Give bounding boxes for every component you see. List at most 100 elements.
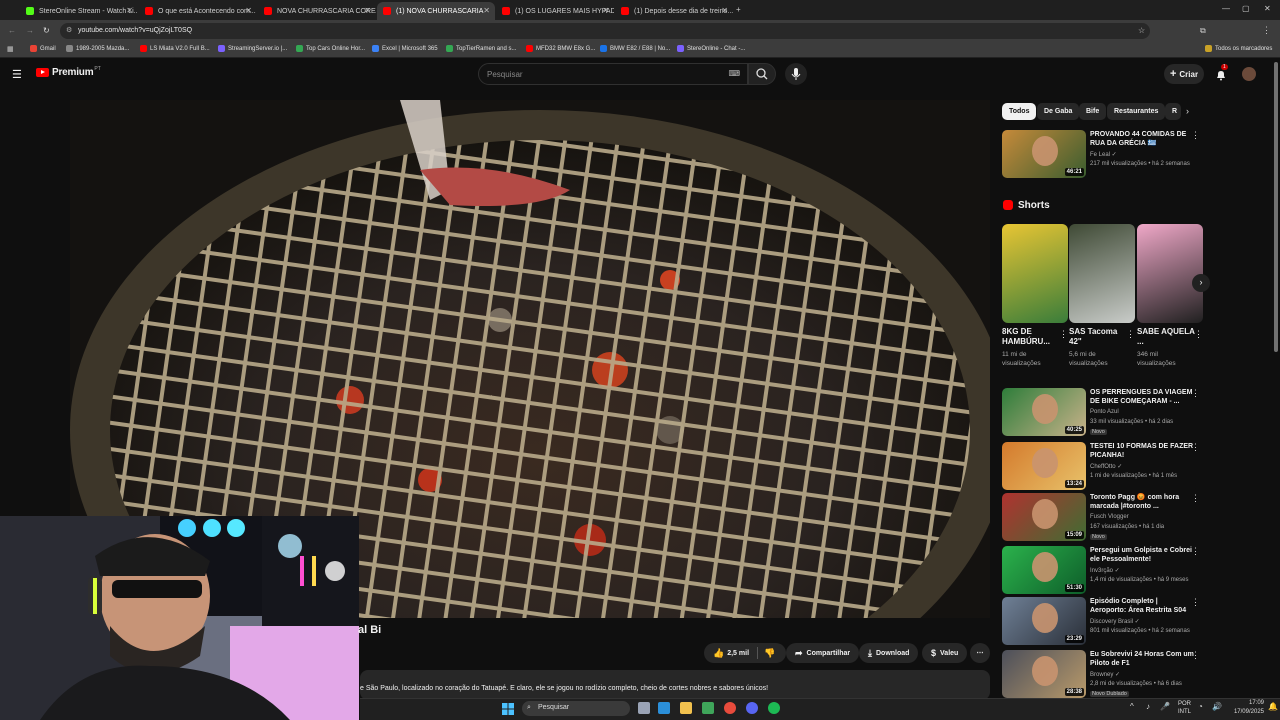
tab-close-icon[interactable]: ✕ bbox=[721, 6, 728, 15]
tab-close-icon[interactable]: ✕ bbox=[602, 6, 609, 15]
file-explorer-icon[interactable] bbox=[680, 702, 692, 714]
bookmark-item[interactable]: Top Cars Online Hor... bbox=[296, 45, 365, 52]
recommended-video[interactable]: 51:30 Persegui um Golpista e Cobrei ele P… bbox=[1002, 546, 1202, 594]
reload-icon[interactable]: ↻ bbox=[43, 26, 50, 35]
video-title[interactable]: Persegui um Golpista e Cobrei ele Pessoa… bbox=[1090, 546, 1194, 564]
site-info-icon[interactable]: ⚙ bbox=[66, 26, 72, 34]
keyboard-layout[interactable]: INTL bbox=[1178, 709, 1191, 715]
wifi-icon[interactable]: ◔ bbox=[1198, 702, 1203, 711]
extensions-icon[interactable]: ⧉ bbox=[1200, 26, 1206, 36]
filter-chip[interactable]: De Gaba bbox=[1037, 103, 1080, 120]
channel-name[interactable]: CheffOtto ✓ bbox=[1090, 463, 1122, 470]
search-input[interactable]: Pesquisar ⌨ bbox=[478, 63, 748, 85]
browser-tab[interactable]: (1) Depois desse dia de treino... ✕ bbox=[615, 2, 733, 20]
video-title[interactable]: PROVANDO 44 COMIDAS DE RUA DA GRÉCIA 🇬🇷 … bbox=[1090, 130, 1194, 148]
video-thumbnail[interactable]: 51:30 bbox=[1002, 546, 1086, 594]
more-options-icon[interactable]: ⋮ bbox=[1191, 442, 1200, 453]
tray-app-icon[interactable]: ♪ bbox=[1146, 702, 1150, 711]
new-tab-button[interactable]: + bbox=[736, 5, 741, 14]
short-more-icon[interactable]: ⋮ bbox=[1126, 329, 1135, 340]
description-box[interactable]: e São Paulo, localizado no coração do Ta… bbox=[360, 670, 990, 700]
volume-icon[interactable]: 🔊 bbox=[1212, 702, 1222, 711]
short-more-icon[interactable]: ⋮ bbox=[1059, 329, 1068, 340]
valeu-button[interactable]: $ Valeu bbox=[922, 643, 968, 663]
hamburger-menu-icon[interactable]: ☰ bbox=[12, 68, 22, 81]
bookmark-item[interactable]: BMW E82 / E88 | No... bbox=[600, 45, 670, 52]
browser-tab[interactable]: (1) OS LUGARES MAIS HYPADO...✕ bbox=[496, 2, 614, 20]
clock-date[interactable]: 17/09/2025 bbox=[1226, 709, 1264, 715]
tab-close-icon[interactable]: ✕ bbox=[364, 6, 371, 15]
short-thumbnail[interactable] bbox=[1002, 224, 1068, 323]
like-count[interactable]: 2,5 mil bbox=[727, 650, 749, 657]
shorts-next-button[interactable]: › bbox=[1192, 274, 1210, 292]
recommended-video[interactable]: 28:38 Eu Sobrevivi 24 Horas Com um Piloto… bbox=[1002, 650, 1202, 698]
share-button[interactable]: ➦ Compartilhar bbox=[786, 643, 860, 663]
video-title[interactable]: Episódio Completo | Aeroporto: Área Rest… bbox=[1090, 597, 1194, 615]
video-title[interactable]: Toronto Pagg 😡 com hora marcada |#toront… bbox=[1090, 493, 1194, 511]
video-thumbnail[interactable]: 13:24 bbox=[1002, 442, 1086, 490]
short-title[interactable]: 8KG DE HAMBÚRU... bbox=[1002, 327, 1060, 347]
more-options-icon[interactable]: ⋮ bbox=[1191, 493, 1200, 504]
video-title[interactable]: TESTEI 10 FORMAS DE FAZER PICANHA! bbox=[1090, 442, 1194, 460]
bookmark-star-icon[interactable]: ☆ bbox=[1138, 26, 1145, 35]
channel-name[interactable]: Inv3rção ✓ bbox=[1090, 567, 1120, 574]
avatar[interactable] bbox=[1242, 67, 1256, 81]
start-button[interactable] bbox=[502, 702, 514, 715]
filter-chip[interactable]: R bbox=[1165, 103, 1181, 120]
channel-name[interactable]: Ponto Azul bbox=[1090, 409, 1119, 415]
minimize-button[interactable]: — bbox=[1222, 4, 1230, 13]
video-title[interactable]: Eu Sobrevivi 24 Horas Com um Piloto de F… bbox=[1090, 650, 1194, 668]
channel-name[interactable]: Fe Leal ✓ bbox=[1090, 151, 1117, 158]
language-indicator[interactable]: POR bbox=[1178, 701, 1191, 707]
tray-chevron-icon[interactable]: ^ bbox=[1130, 702, 1134, 711]
recommended-video[interactable]: 46:21 PROVANDO 44 COMIDAS DE RUA DA GRÉCI… bbox=[1002, 130, 1202, 178]
spotify-icon[interactable] bbox=[768, 702, 780, 714]
video-thumbnail[interactable]: 15:09 bbox=[1002, 493, 1086, 541]
notifications-tray-icon[interactable]: 🔔 bbox=[1268, 702, 1278, 711]
mic-tray-icon[interactable]: 🎤 bbox=[1160, 702, 1170, 711]
recommended-video[interactable]: 40:25 OS PERRENGUES DA VIAGEM DE BIKE COM… bbox=[1002, 388, 1202, 436]
chevron-right-icon[interactable]: › bbox=[1186, 106, 1189, 116]
more-options-icon[interactable]: ⋮ bbox=[1191, 388, 1200, 399]
dislike-icon[interactable]: 👎 bbox=[764, 648, 775, 659]
bookmark-item[interactable]: Excel | Microsoft 365 bbox=[372, 45, 438, 52]
recommended-video[interactable]: 13:24 TESTEI 10 FORMAS DE FAZER PICANHA! C… bbox=[1002, 442, 1202, 490]
channel-name[interactable]: Discovery Brasil ✓ bbox=[1090, 618, 1140, 625]
voice-search-button[interactable] bbox=[785, 63, 807, 85]
all-bookmarks-link[interactable]: Todos os marcadores bbox=[1205, 45, 1272, 52]
more-options-icon[interactable]: ⋮ bbox=[1191, 650, 1200, 661]
like-icon[interactable]: 👍 bbox=[713, 648, 724, 659]
chrome-icon[interactable] bbox=[724, 702, 736, 714]
discord-icon[interactable] bbox=[746, 702, 758, 714]
channel-name[interactable]: Fusch Vlogger bbox=[1090, 514, 1129, 520]
short-title[interactable]: SAS Tacoma 42" bbox=[1069, 327, 1127, 347]
video-thumbnail[interactable]: 28:38 bbox=[1002, 650, 1086, 698]
taskbar-search[interactable]: ⌕ Pesquisar bbox=[522, 701, 630, 716]
keyboard-icon[interactable]: ⌨ bbox=[728, 69, 740, 78]
browser-tab[interactable]: StereOnline Stream - Watch Li... ✕ bbox=[20, 2, 138, 20]
tab-close-icon[interactable]: ✕ bbox=[245, 6, 252, 15]
download-button[interactable]: ⤓ Download bbox=[859, 643, 919, 663]
tab-close-icon[interactable]: ✕ bbox=[483, 6, 490, 15]
close-window-button[interactable]: ✕ bbox=[1264, 4, 1271, 13]
more-actions-button[interactable]: ⋯ bbox=[970, 643, 990, 663]
forward-icon[interactable]: → bbox=[26, 26, 34, 35]
filter-chip[interactable]: Todos bbox=[1002, 103, 1037, 120]
more-options-icon[interactable]: ⋮ bbox=[1191, 546, 1200, 557]
short-thumbnail[interactable] bbox=[1069, 224, 1135, 323]
bookmark-item[interactable]: 1989-2005 Mazda... bbox=[66, 45, 129, 52]
recommended-video[interactable]: 15:09 Toronto Pagg 😡 com hora marcada |#t… bbox=[1002, 493, 1202, 541]
search-button[interactable] bbox=[748, 63, 776, 85]
browser-tab[interactable]: NOVA CHURRASCARIA COREA... ✕ bbox=[258, 2, 376, 20]
channel-name[interactable]: Browney ✓ bbox=[1090, 671, 1120, 678]
bookmark-item[interactable]: TopTierRamen and s... bbox=[446, 45, 516, 52]
store-icon[interactable] bbox=[702, 702, 714, 714]
video-title[interactable]: OS PERRENGUES DA VIAGEM DE BIKE COMEÇARA… bbox=[1090, 388, 1194, 406]
apps-grid-icon[interactable]: ▦ bbox=[7, 45, 14, 53]
short-more-icon[interactable]: ⋮ bbox=[1194, 329, 1203, 340]
task-view-icon[interactable] bbox=[638, 702, 650, 714]
clock-time[interactable]: 17:09 bbox=[1236, 700, 1264, 706]
create-button[interactable]: + Criar bbox=[1164, 64, 1204, 84]
scrollbar-thumb[interactable] bbox=[1274, 62, 1278, 352]
bookmark-item[interactable]: StreamingServer.io |... bbox=[218, 45, 287, 52]
